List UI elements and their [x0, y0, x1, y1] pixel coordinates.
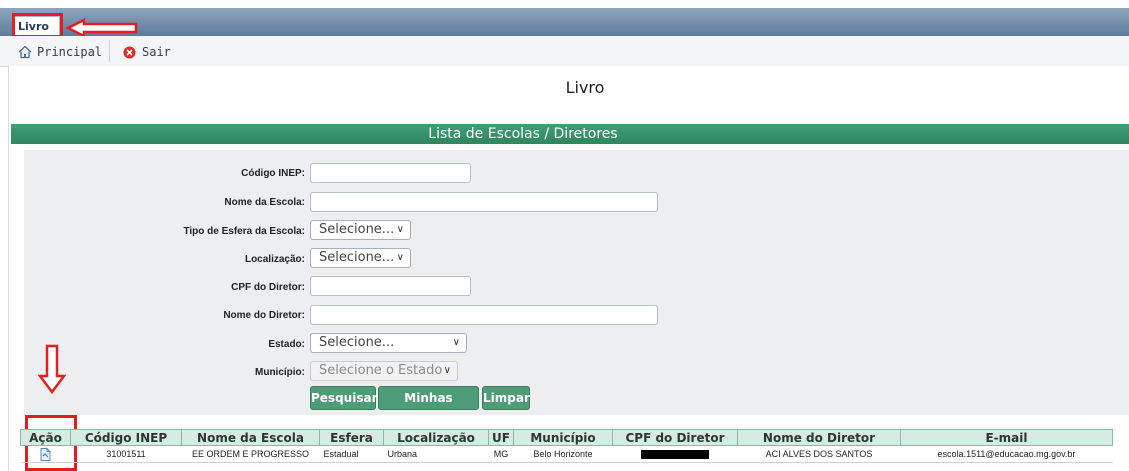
page-title: Livro — [565, 78, 605, 97]
column-header-nome-diretor[interactable]: Nome do Diretor — [737, 429, 901, 446]
document-icon[interactable] — [40, 447, 51, 461]
cell-municipio: Belo Horizonte — [513, 445, 613, 463]
cell-email: escola.1511@educacao.mg.gov.br — [900, 445, 1113, 463]
section-title: Lista de Escolas / Diretores — [428, 126, 618, 142]
chevron-down-icon: ∨ — [443, 365, 451, 376]
cell-uf: MG — [488, 445, 514, 463]
localizacao-select[interactable]: Selecione... ∨ — [310, 248, 411, 268]
annotation-arrow-left-icon — [66, 18, 138, 38]
toolbar-divider — [109, 40, 110, 62]
municipio-value: Selecione o Estado — [319, 363, 443, 378]
chevron-down-icon: ∨ — [452, 337, 460, 348]
results-table: Ação Código INEP Nome da Escola Esfera L… — [20, 429, 1113, 463]
estado-select[interactable]: Selecione... ∨ — [310, 333, 467, 353]
estado-value: Selecione... — [319, 335, 395, 350]
column-header-municipio[interactable]: Município — [513, 429, 613, 446]
column-header-uf[interactable]: UF — [488, 429, 514, 446]
cpf-diretor-input[interactable] — [310, 276, 471, 296]
cell-nome-diretor: ACI ALVES DOS SANTOS — [737, 445, 901, 463]
chevron-down-icon: ∨ — [396, 252, 404, 263]
exit-button[interactable]: Sair — [123, 43, 171, 61]
column-header-nome-escola[interactable]: Nome da Escola — [181, 429, 320, 446]
home-icon — [18, 45, 32, 59]
highlight-box-tab — [12, 13, 63, 38]
exit-button-label: Sair — [142, 45, 171, 59]
close-circle-icon — [123, 46, 136, 58]
cpf-diretor-label: CPF do Diretor: — [231, 282, 305, 293]
localizacao-label: Localização: — [244, 254, 305, 265]
tipo-esfera-label: Tipo de Esfera da Escola: — [183, 226, 305, 237]
app-header-band — [0, 8, 1129, 36]
table-header-row: Ação Código INEP Nome da Escola Esfera L… — [20, 429, 1113, 446]
cell-localizacao: Urbana — [383, 445, 489, 463]
municipio-select[interactable]: Selecione o Estado ∨ — [310, 361, 458, 381]
home-button-label: Principal — [37, 45, 103, 59]
cell-codigo-inep: 31001511 — [70, 445, 182, 463]
column-header-email[interactable]: E-mail — [900, 429, 1113, 446]
table-row: 31001511 EE ORDEM E PROGRESSO Estadual U… — [20, 445, 1113, 463]
column-header-acao[interactable]: Ação — [20, 429, 71, 446]
cpf-redaction-bar — [641, 450, 709, 460]
home-button[interactable]: Principal — [18, 43, 102, 61]
nome-escola-label: Nome da Escola: — [224, 197, 305, 208]
cell-cpf-diretor — [612, 445, 738, 463]
minhas-escolas-button[interactable]: Minhas escolas — [378, 386, 479, 427]
nome-diretor-label: Nome do Diretor: — [223, 310, 305, 321]
localizacao-value: Selecione... — [319, 250, 395, 265]
column-header-esfera[interactable]: Esfera — [319, 429, 384, 446]
tipo-esfera-select[interactable]: Selecione... ∨ — [310, 220, 411, 240]
column-header-codigo-inep[interactable]: Código INEP — [70, 429, 182, 446]
municipio-label: Município: — [255, 367, 305, 378]
cell-esfera: Estadual — [319, 445, 384, 463]
column-header-cpf-diretor[interactable]: CPF do Diretor — [612, 429, 738, 446]
nome-diretor-input[interactable] — [310, 305, 658, 325]
tipo-esfera-value: Selecione... — [319, 222, 395, 237]
nome-escola-input[interactable] — [310, 192, 658, 212]
codigo-inep-label: Código INEP: — [241, 168, 305, 179]
section-header: Lista de Escolas / Diretores — [11, 124, 1129, 144]
row-action-cell[interactable] — [20, 445, 71, 463]
chevron-down-icon: ∨ — [396, 224, 404, 235]
column-header-localizacao[interactable]: Localização — [383, 429, 489, 446]
codigo-inep-input[interactable] — [310, 163, 471, 183]
cell-nome-escola: EE ORDEM E PROGRESSO — [181, 445, 320, 463]
limpar-button[interactable]: Limpar — [482, 386, 530, 410]
estado-label: Estado: — [268, 339, 305, 350]
annotation-arrow-down-icon — [38, 344, 66, 394]
pesquisar-button[interactable]: Pesquisar — [310, 386, 377, 410]
